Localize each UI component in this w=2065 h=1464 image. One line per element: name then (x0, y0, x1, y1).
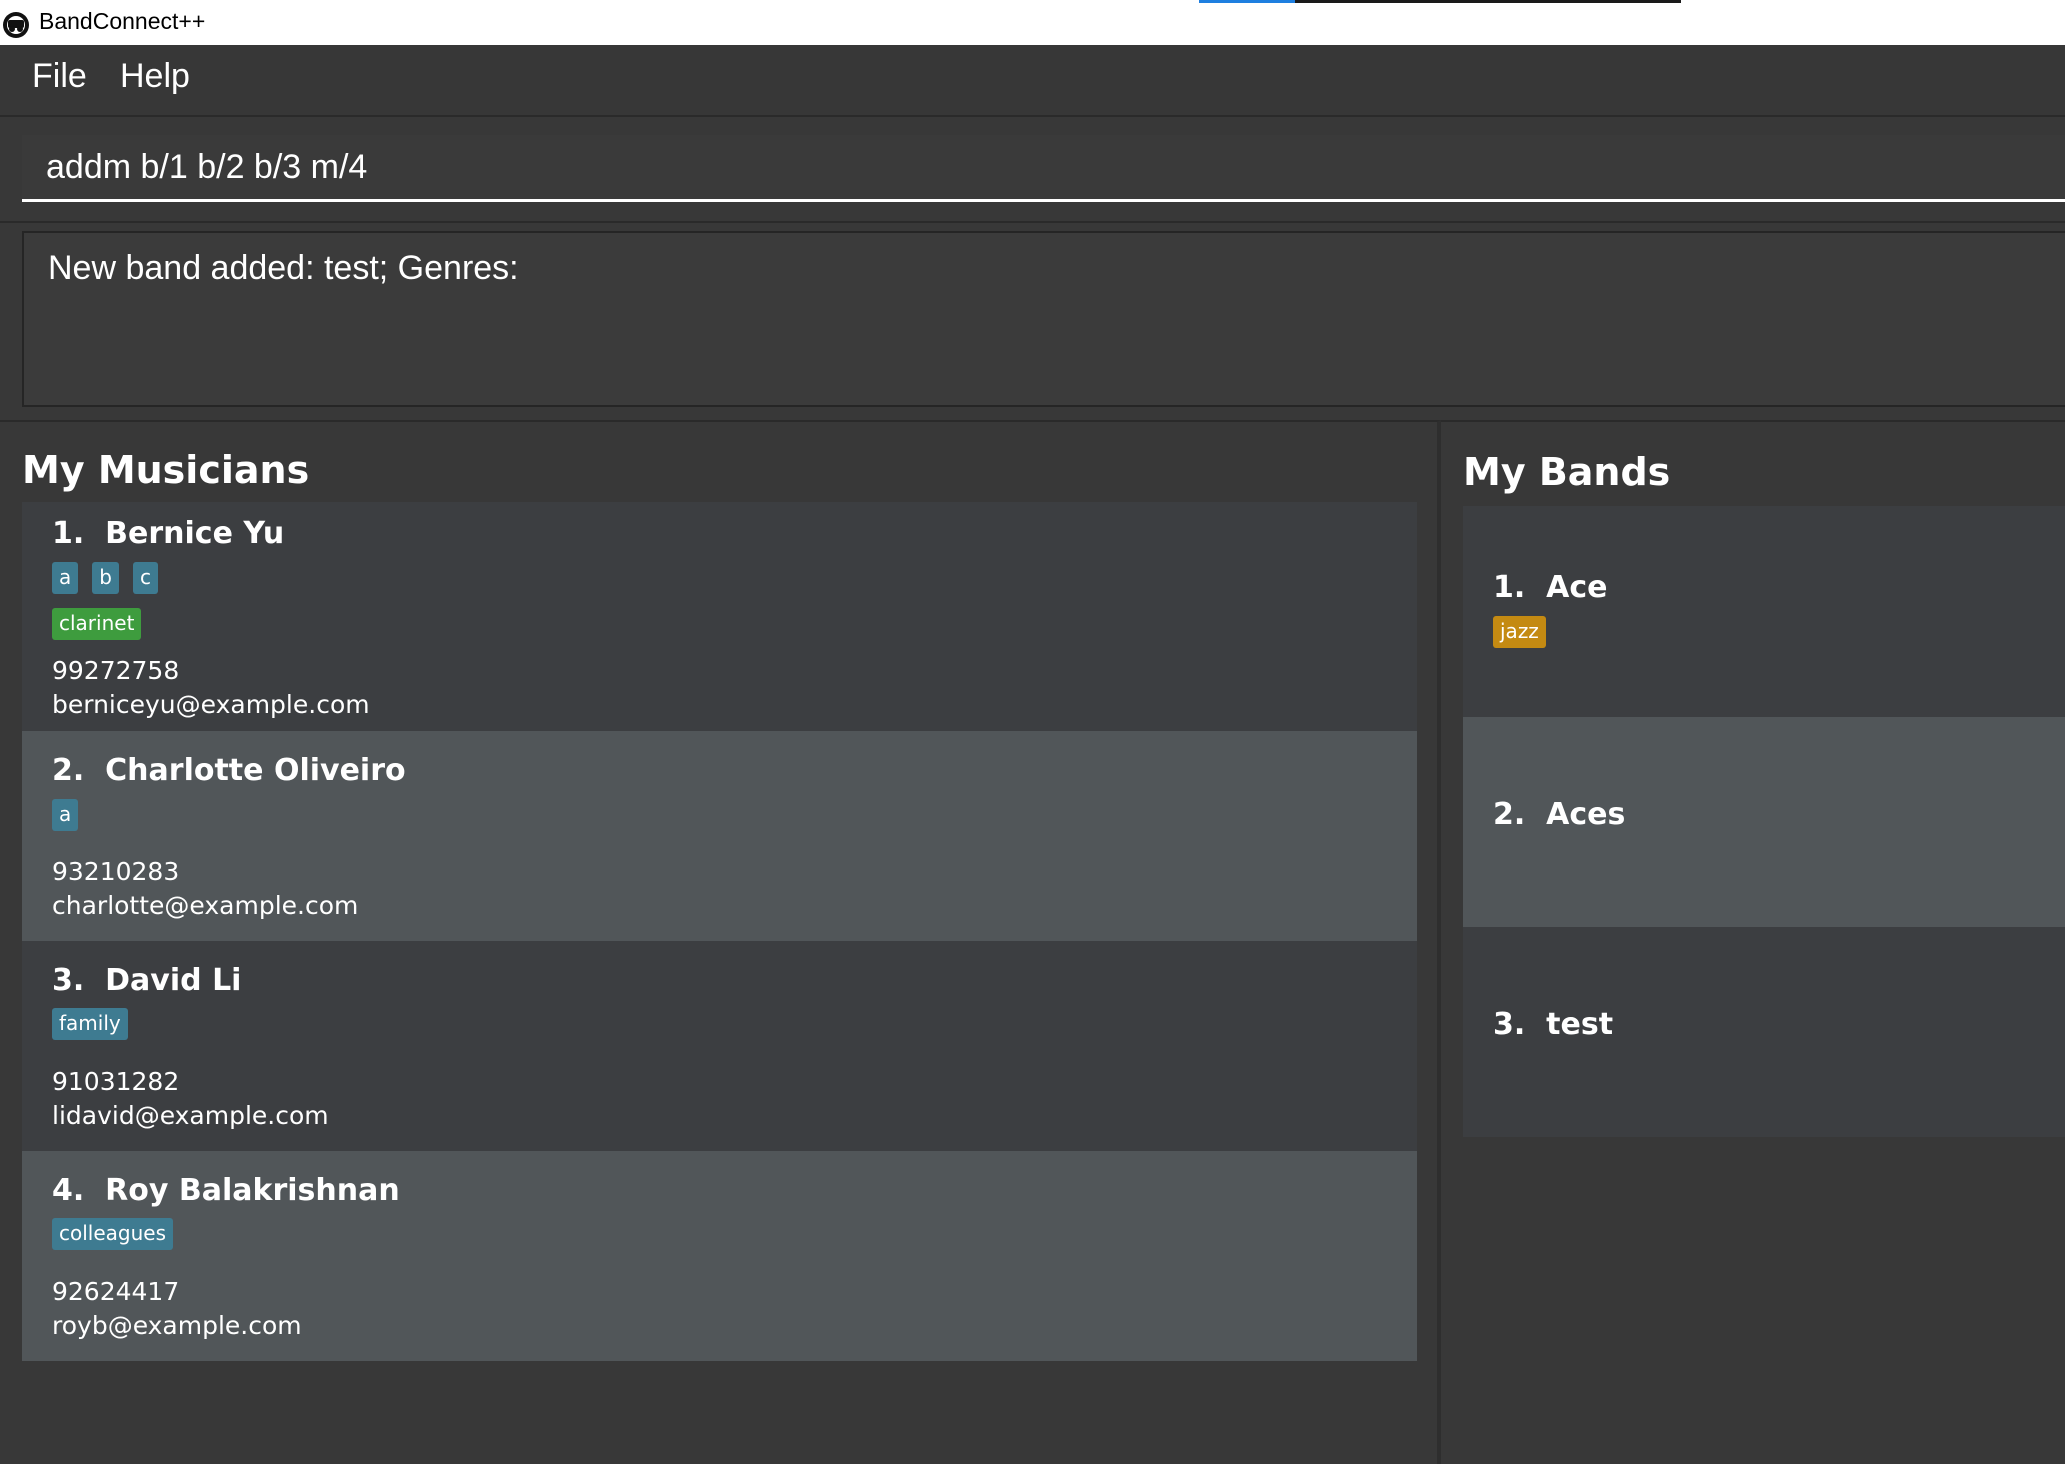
musician-email: berniceyu@example.com (52, 690, 370, 719)
band-card[interactable]: 3. test (1463, 927, 2065, 1137)
tag: b (92, 562, 119, 594)
band-name: 3. test (1493, 1007, 1614, 1042)
musician-tags: a (52, 799, 79, 831)
band-genres: jazz (1493, 616, 1546, 648)
result-display: New band added: test; Genres: (0, 223, 2065, 416)
musician-phone: 92624417 (52, 1277, 180, 1306)
result-box[interactable]: New band added: test; Genres: (22, 231, 2065, 407)
musician-phone: 93210283 (52, 857, 180, 886)
tag: family (52, 1008, 128, 1040)
menu-help[interactable]: Help (120, 57, 190, 96)
musician-tags: a b c (52, 562, 158, 594)
band-card[interactable]: 2. Aces (1463, 717, 2065, 927)
musician-email: lidavid@example.com (52, 1101, 329, 1130)
title-bar-accent-blue (1199, 0, 1295, 3)
result-text: New band added: test; Genres: (48, 249, 519, 287)
band-name: 1. Ace (1493, 570, 1608, 605)
tag: c (132, 562, 158, 594)
musician-tags: family (52, 1008, 128, 1040)
command-box (0, 115, 2065, 223)
instrument-tag: clarinet (52, 608, 142, 640)
musicians-title: My Musicians (22, 448, 310, 492)
command-input[interactable] (22, 135, 2065, 202)
tag: a (52, 562, 79, 594)
title-bar: BandConnect++ (0, 0, 2065, 45)
window-title: BandConnect++ (39, 8, 206, 34)
band-card[interactable]: 1. Ace jazz (1463, 506, 2065, 717)
musician-name: 1. Bernice Yu (52, 516, 285, 551)
tag: a (52, 799, 79, 831)
menu-file[interactable]: File (32, 57, 87, 96)
musician-name: 3. David Li (52, 963, 242, 998)
musician-card[interactable]: 1. Bernice Yu a b c clarinet 99272758 be… (22, 502, 1417, 731)
musician-card[interactable]: 4. Roy Balakrishnan colleagues 92624417 … (22, 1151, 1417, 1361)
musician-card[interactable]: 3. David Li family 91031282 lidavid@exam… (22, 941, 1417, 1151)
tag: colleagues (52, 1218, 174, 1250)
musician-phone: 91031282 (52, 1067, 180, 1096)
musicians-panel: My Musicians 1. Bernice Yu a b c clarine… (0, 420, 1441, 1464)
musician-email: royb@example.com (52, 1311, 302, 1340)
musician-name: 4. Roy Balakrishnan (52, 1173, 400, 1208)
app-logo-icon (3, 12, 29, 38)
bands-title: My Bands (1463, 450, 1671, 494)
bands-panel: My Bands 1. Ace jazz 2. Aces 3. test (1441, 420, 2065, 1464)
musician-phone: 99272758 (52, 656, 180, 685)
musician-card[interactable]: 2. Charlotte Oliveiro a 93210283 charlot… (22, 731, 1417, 941)
musician-instruments: clarinet (52, 608, 142, 640)
musician-name: 2. Charlotte Oliveiro (52, 753, 406, 788)
genre-tag: jazz (1493, 616, 1546, 648)
musician-email: charlotte@example.com (52, 891, 359, 920)
menu-bar: File Help (0, 45, 2065, 115)
band-name: 2. Aces (1493, 797, 1626, 832)
musician-tags: colleagues (52, 1218, 174, 1250)
